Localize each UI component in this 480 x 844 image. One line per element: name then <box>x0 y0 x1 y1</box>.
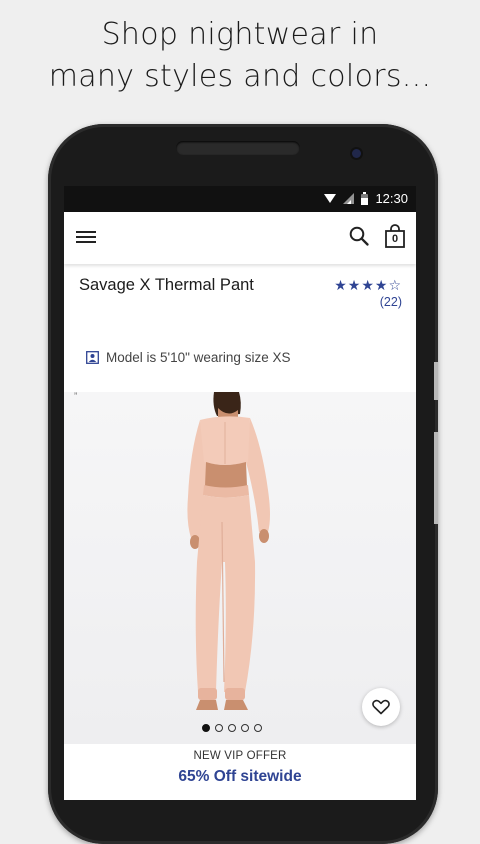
signal-icon <box>343 193 355 204</box>
wifi-icon <box>324 194 337 203</box>
promo-line-1: Shop nightwear in <box>101 17 379 52</box>
gallery-dot[interactable] <box>228 724 236 732</box>
review-count-link[interactable]: (22) <box>334 295 402 309</box>
shopping-bag-button[interactable]: 0 <box>384 223 406 249</box>
favorite-button[interactable] <box>362 688 400 726</box>
gallery-dot[interactable] <box>202 724 210 732</box>
gallery-dot[interactable] <box>241 724 249 732</box>
app-bar: 0 <box>64 212 416 264</box>
search-button[interactable] <box>348 225 370 247</box>
offer-headline[interactable]: 65% Off sitewide <box>64 768 416 786</box>
phone-side-button-volume <box>434 432 438 524</box>
promo-headline: Shop nightwear in many styles and colors… <box>0 14 480 98</box>
phone-side-button-top <box>434 362 438 400</box>
gallery-pagination <box>202 724 262 732</box>
phone-speaker <box>176 141 300 155</box>
gallery-dot[interactable] <box>215 724 223 732</box>
product-photo[interactable] <box>64 392 416 744</box>
search-icon <box>349 226 369 246</box>
heart-icon <box>372 699 390 715</box>
phone-screen: 12:30 0 Savage X Thermal Pant ★★★★☆ (22) <box>64 186 416 800</box>
status-bar: 12:30 <box>64 186 416 212</box>
bag-count: 0 <box>391 233 399 245</box>
product-title: Savage X Thermal Pant <box>79 276 254 294</box>
menu-button[interactable] <box>76 228 96 246</box>
person-icon <box>86 351 99 364</box>
vip-offer-banner[interactable]: NEW VIP OFFER 65% Off sitewide <box>64 746 416 786</box>
rating-stars: ★★★★☆ <box>334 278 402 294</box>
phone-camera <box>352 149 361 158</box>
menu-icon <box>76 231 96 243</box>
battery-icon <box>361 192 369 205</box>
gallery-dot[interactable] <box>254 724 262 732</box>
product-header: Savage X Thermal Pant ★★★★☆ (22) <box>64 264 416 326</box>
model-size-note: Model is 5'10" wearing size XS <box>86 350 290 365</box>
product-rating[interactable]: ★★★★☆ (22) <box>334 278 402 309</box>
offer-kicker: NEW VIP OFFER <box>193 750 287 762</box>
promo-line-2: many styles and colors... <box>48 59 432 94</box>
product-image-gallery[interactable]: ˮ <box>64 392 416 744</box>
status-time: 12:30 <box>375 191 408 206</box>
model-note-text: Model is 5'10" wearing size XS <box>106 350 291 365</box>
